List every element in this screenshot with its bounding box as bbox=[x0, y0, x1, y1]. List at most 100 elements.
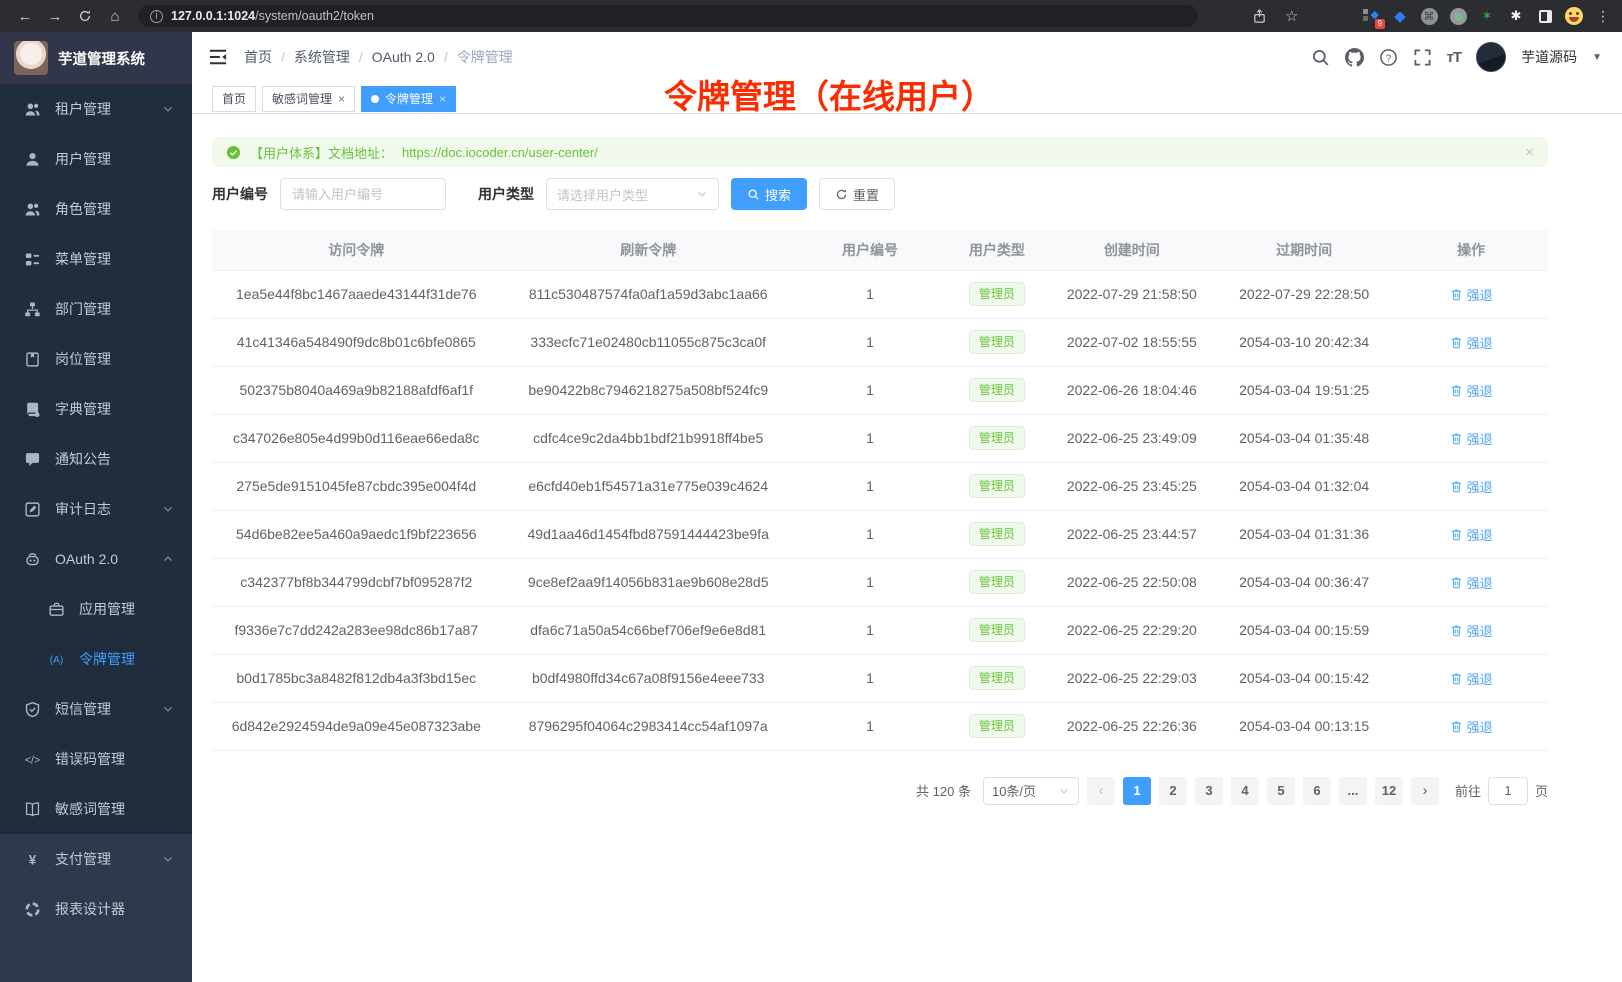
sidebar-item-sms-management[interactable]: 短信管理 bbox=[0, 684, 192, 734]
bookmark-star-icon[interactable]: ☆ bbox=[1285, 7, 1298, 25]
sidebar-item-user-management[interactable]: 用户管理 bbox=[0, 134, 192, 184]
page-button-2[interactable]: 2 bbox=[1159, 777, 1187, 805]
filter-form: 用户编号 用户类型 请选择用户类型 搜索 bbox=[212, 178, 1548, 210]
address-bar[interactable]: i 127.0.0.1:1024/system/oauth2/token bbox=[138, 5, 1198, 27]
page-button-5[interactable]: 5 bbox=[1267, 777, 1295, 805]
sidebar-item-notice-announcement[interactable]: 通知公告 bbox=[0, 434, 192, 484]
star-extension-icon[interactable]: ✶ bbox=[1478, 7, 1496, 25]
site-info-icon[interactable]: i bbox=[150, 10, 163, 23]
sidebar-item-oauth2[interactable]: OAuth 2.0 bbox=[0, 534, 192, 584]
force-logout-button[interactable]: 强退 bbox=[1450, 381, 1493, 400]
github-icon[interactable] bbox=[1345, 48, 1364, 67]
collapse-sidebar-icon[interactable] bbox=[208, 47, 228, 67]
force-logout-button[interactable]: 强退 bbox=[1450, 429, 1493, 448]
user-type-cell: 管理员 bbox=[944, 510, 1050, 558]
create-time-cell: 2022-06-26 18:04:46 bbox=[1050, 366, 1214, 414]
more-pages-button[interactable]: ... bbox=[1339, 777, 1367, 805]
prev-page-button[interactable]: ‹ bbox=[1087, 777, 1115, 805]
force-logout-button[interactable]: 强退 bbox=[1450, 333, 1493, 352]
page-button-3[interactable]: 3 bbox=[1195, 777, 1223, 805]
user-type-badge: 管理员 bbox=[969, 378, 1025, 402]
expire-time-cell: 2054-03-04 00:36:47 bbox=[1214, 558, 1394, 606]
sidebar-item-app-management[interactable]: 应用管理 bbox=[0, 584, 192, 634]
breadcrumb-item[interactable]: 首页 bbox=[244, 47, 272, 67]
user-menu-caret-icon[interactable]: ▼ bbox=[1592, 52, 1602, 63]
font-size-icon[interactable]: тT bbox=[1447, 49, 1462, 66]
user-id-input[interactable] bbox=[280, 178, 446, 210]
breadcrumb-item[interactable]: OAuth 2.0 bbox=[372, 49, 435, 65]
page-button-6[interactable]: 6 bbox=[1303, 777, 1331, 805]
dot-extension-icon[interactable] bbox=[1449, 7, 1467, 25]
trash-icon bbox=[1450, 624, 1463, 637]
action-cell: 强退 bbox=[1394, 510, 1548, 558]
user-type-cell: 管理员 bbox=[944, 414, 1050, 462]
sidebar-item-report-designer[interactable]: 报表设计器 bbox=[0, 884, 192, 934]
goto-page-input[interactable] bbox=[1488, 777, 1528, 805]
sidebar-item-dict-management[interactable]: 字典管理 bbox=[0, 384, 192, 434]
gem-extension-icon[interactable]: ◆ bbox=[1391, 7, 1409, 25]
sidebar-item-token-management[interactable]: (A)令牌管理 bbox=[0, 634, 192, 684]
sidebar-item-role-management[interactable]: 角色管理 bbox=[0, 184, 192, 234]
doc-link[interactable]: https://doc.iocoder.cn/user-center/ bbox=[402, 145, 598, 160]
force-logout-button[interactable]: 强退 bbox=[1450, 525, 1493, 544]
page-tab[interactable]: 首页 bbox=[212, 86, 256, 112]
page-button-1[interactable]: 1 bbox=[1123, 777, 1151, 805]
sidebar-item-post-management[interactable]: 岗位管理 bbox=[0, 334, 192, 384]
share-icon[interactable] bbox=[1252, 9, 1267, 24]
profile-avatar-icon[interactable] bbox=[1565, 7, 1583, 25]
sidebar-item-sensitive-word-management[interactable]: 敏感词管理 bbox=[0, 784, 192, 834]
breadcrumb-item[interactable]: 系统管理 bbox=[294, 47, 350, 67]
reset-button[interactable]: 重置 bbox=[819, 178, 895, 210]
sidepanel-icon[interactable] bbox=[1536, 7, 1554, 25]
sidebar-item-audit-log[interactable]: 审计日志 bbox=[0, 484, 192, 534]
tab-label: 敏感词管理 bbox=[272, 90, 332, 107]
sidebar-item-dept-management[interactable]: 部门管理 bbox=[0, 284, 192, 334]
user-type-cell: 管理员 bbox=[944, 606, 1050, 654]
page-size-select[interactable]: 10条/页 bbox=[983, 777, 1079, 805]
help-icon[interactable]: ? bbox=[1379, 48, 1398, 67]
page-tab[interactable]: 令牌管理× bbox=[361, 86, 456, 112]
sidebar-item-error-code-management[interactable]: </>错误码管理 bbox=[0, 734, 192, 784]
user-id-cell: 1 bbox=[796, 462, 944, 510]
user-avatar[interactable] bbox=[1476, 42, 1506, 72]
tab-close-icon[interactable]: × bbox=[338, 92, 345, 106]
extension-grid-icon[interactable]: ◆9 bbox=[1362, 7, 1380, 25]
create-time-cell: 2022-06-25 23:44:57 bbox=[1050, 510, 1214, 558]
sidebar-item-label: 菜单管理 bbox=[55, 249, 111, 269]
force-logout-button[interactable]: 强退 bbox=[1450, 669, 1493, 688]
table-row: 502375b8040a469a9b82188afdf6af1fbe90422b… bbox=[212, 366, 1548, 414]
search-button[interactable]: 搜索 bbox=[731, 178, 807, 210]
force-logout-button[interactable]: 强退 bbox=[1450, 285, 1493, 304]
fullscreen-icon[interactable] bbox=[1413, 48, 1432, 67]
browser-menu-icon[interactable]: ⋮ bbox=[1594, 7, 1612, 25]
tab-close-icon[interactable]: × bbox=[439, 92, 446, 106]
logo-avatar bbox=[14, 41, 48, 75]
search-icon[interactable] bbox=[1311, 48, 1330, 67]
page-tab[interactable]: 敏感词管理 × bbox=[262, 86, 355, 112]
next-page-button[interactable]: › bbox=[1411, 777, 1439, 805]
force-logout-button[interactable]: 强退 bbox=[1450, 477, 1493, 496]
user-icon bbox=[24, 151, 41, 168]
command-extension-icon[interactable]: ⌘ bbox=[1420, 7, 1438, 25]
browser-reload-icon[interactable] bbox=[70, 3, 100, 29]
access-token-cell: c347026e805e4d99b0d116eae66eda8c bbox=[212, 414, 501, 462]
page-button-12[interactable]: 12 bbox=[1375, 777, 1403, 805]
force-logout-button[interactable]: 强退 bbox=[1450, 621, 1493, 640]
user-name[interactable]: 芋道源码 bbox=[1521, 47, 1577, 67]
force-logout-button[interactable]: 强退 bbox=[1450, 717, 1493, 736]
app-logo[interactable]: 芋道管理系统 bbox=[0, 32, 192, 84]
sidebar-item-menu-management[interactable]: 菜单管理 bbox=[0, 234, 192, 284]
browser-forward-icon[interactable]: → bbox=[40, 3, 70, 29]
puzzle-extension-icon[interactable]: ✱ bbox=[1507, 7, 1525, 25]
user-id-cell: 1 bbox=[796, 414, 944, 462]
browser-home-icon[interactable]: ⌂ bbox=[100, 3, 130, 29]
sidebar-item-tenant-management[interactable]: 租户管理 bbox=[0, 84, 192, 134]
trash-icon bbox=[1450, 288, 1463, 301]
user-type-badge: 管理员 bbox=[969, 282, 1025, 306]
sidebar-item-payment-management[interactable]: ¥支付管理 bbox=[0, 834, 192, 884]
alert-close-icon[interactable]: × bbox=[1525, 144, 1534, 161]
browser-back-icon[interactable]: ← bbox=[10, 3, 40, 29]
user-type-select[interactable]: 请选择用户类型 bbox=[546, 178, 719, 210]
page-button-4[interactable]: 4 bbox=[1231, 777, 1259, 805]
force-logout-button[interactable]: 强退 bbox=[1450, 573, 1493, 592]
